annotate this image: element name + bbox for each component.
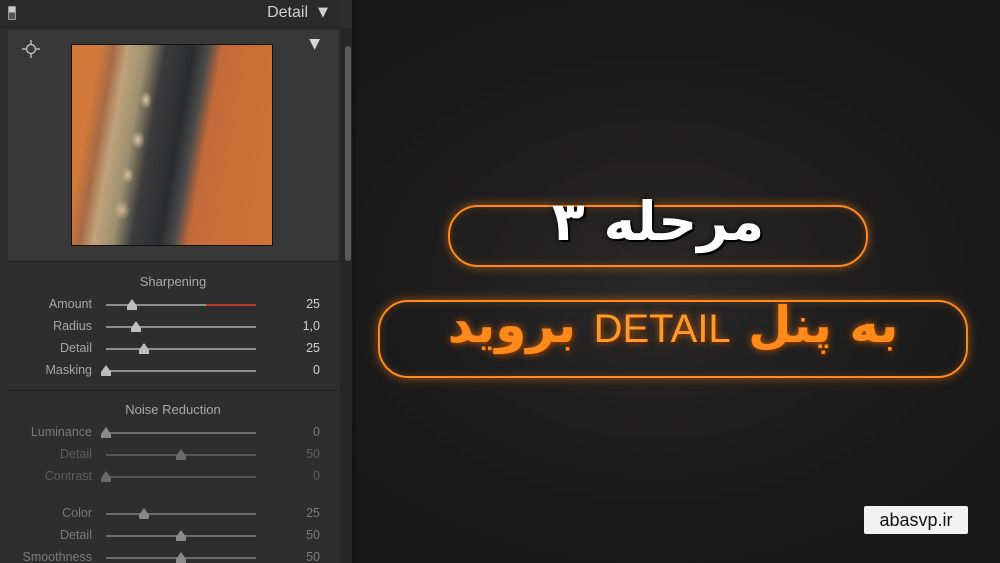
- slider-thumb[interactable]: [138, 343, 149, 354]
- preview-menu-triangle-icon[interactable]: ▼: [309, 36, 320, 52]
- slider-row-masking[interactable]: Masking 0: [0, 360, 340, 382]
- slider-value[interactable]: 0: [313, 363, 320, 377]
- slider-value: 0: [313, 469, 320, 483]
- slider-row-color[interactable]: Color 25: [0, 503, 340, 525]
- slider-label: Masking: [45, 363, 92, 377]
- slider-thumb[interactable]: [176, 530, 186, 541]
- slider-value[interactable]: 25: [306, 297, 320, 311]
- zoom-preview-image[interactable]: [71, 44, 273, 246]
- slider-label: Detail: [60, 341, 92, 355]
- amount-range-indicator: [206, 304, 256, 306]
- tutorial-banner: مرحله ۳ به پنل DETAIL بروید abasvp.ir: [356, 0, 1000, 563]
- slider-row-detail[interactable]: Detail 25: [0, 338, 340, 360]
- instruction-text: به پنل DETAIL بروید: [378, 296, 968, 354]
- panel-toggle-switch[interactable]: [8, 6, 16, 20]
- slider-value: 50: [306, 447, 320, 461]
- slider-row-color-detail[interactable]: Detail 50: [0, 525, 340, 547]
- slider-thumb[interactable]: [176, 552, 186, 563]
- step-heading: مرحله ۳: [551, 190, 765, 253]
- slider-value[interactable]: 0: [313, 425, 320, 439]
- slider-thumb[interactable]: [101, 365, 111, 376]
- noise-reduction-title: Noise Reduction: [125, 402, 221, 417]
- slider-track[interactable]: [106, 432, 256, 434]
- slider-thumb[interactable]: [138, 508, 149, 519]
- slider-track[interactable]: [106, 513, 256, 515]
- slider-thumb[interactable]: [131, 321, 141, 332]
- section-divider: [8, 390, 338, 391]
- slider-thumb[interactable]: [126, 299, 137, 310]
- slider-label: Contrast: [44, 469, 92, 483]
- slider-label: Smoothness: [22, 550, 92, 563]
- crosshair-target-icon[interactable]: [22, 40, 40, 58]
- slider-label: Luminance: [30, 425, 92, 439]
- slider-row-luminance[interactable]: Luminance 0: [0, 422, 340, 444]
- slider-thumb: [101, 471, 111, 482]
- instruction-keyword: DETAIL: [593, 307, 731, 351]
- instruction-prefix: به پنل: [748, 296, 899, 354]
- slider-label: Detail: [60, 447, 92, 461]
- collapse-triangle-icon[interactable]: ▼: [318, 5, 328, 20]
- slider-value[interactable]: 50: [306, 528, 320, 542]
- slider-value[interactable]: 25: [306, 341, 320, 355]
- slider-label: Radius: [53, 319, 92, 333]
- site-watermark: abasvp.ir: [864, 506, 968, 534]
- panel-title: Detail: [267, 4, 308, 21]
- slider-track[interactable]: [106, 348, 256, 350]
- slider-row-luminance-detail: Detail 50: [0, 444, 340, 466]
- scrollbar-thumb[interactable]: [345, 46, 351, 261]
- slider-row-radius[interactable]: Radius 1,0: [0, 316, 340, 338]
- sharpening-title: Sharpening: [139, 274, 207, 289]
- slider-row-amount[interactable]: Amount 25: [0, 294, 340, 316]
- slider-label: Amount: [48, 297, 92, 311]
- slider-value[interactable]: 50: [306, 550, 320, 563]
- detail-panel: Detail ▼ ▼ Sharpening Amount 25 Radius 1…: [0, 0, 352, 563]
- slider-label: Color: [62, 506, 92, 520]
- detail-preview-area: ▼: [8, 30, 338, 262]
- slider-track[interactable]: [106, 370, 256, 372]
- panel-header[interactable]: Detail ▼: [0, 0, 340, 28]
- slider-label: Detail: [60, 528, 92, 542]
- slider-track: [106, 476, 256, 478]
- slider-thumb[interactable]: [101, 427, 111, 438]
- instruction-suffix: بروید: [447, 296, 577, 354]
- slider-value[interactable]: 25: [306, 506, 320, 520]
- slider-row-contrast: Contrast 0: [0, 466, 340, 488]
- slider-track[interactable]: [106, 326, 256, 328]
- slider-thumb: [176, 449, 186, 460]
- slider-row-smoothness[interactable]: Smoothness 50: [0, 547, 340, 563]
- slider-value[interactable]: 1,0: [303, 319, 320, 333]
